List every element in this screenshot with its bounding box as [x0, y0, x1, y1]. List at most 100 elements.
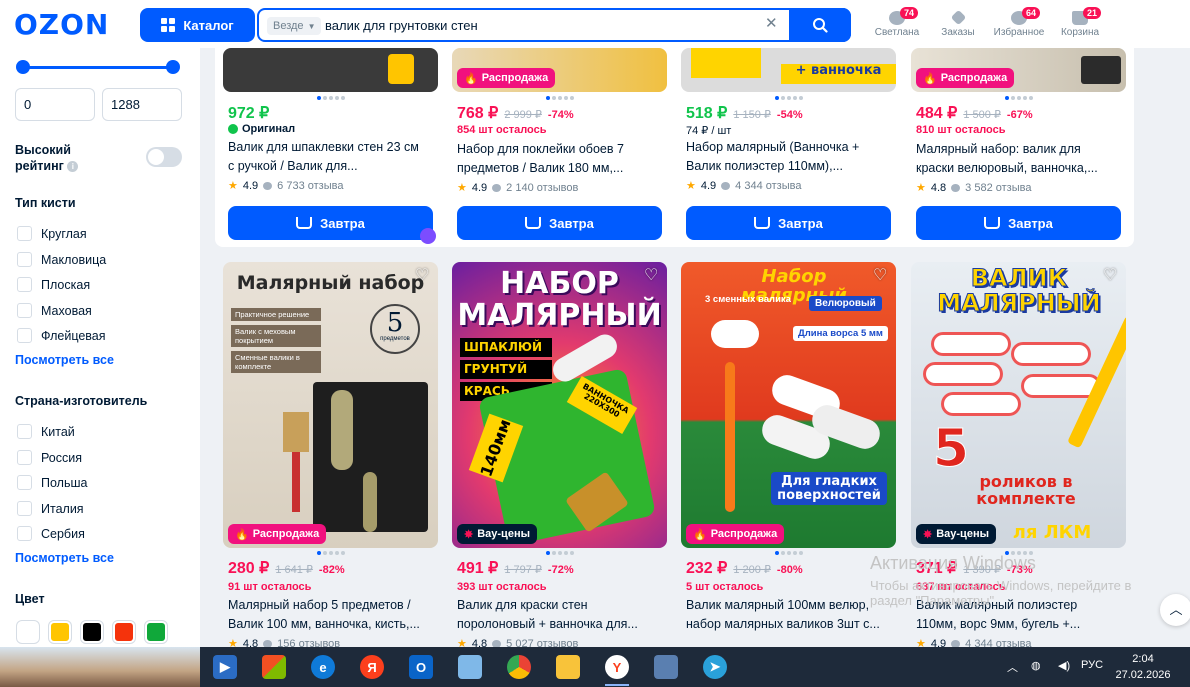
- product-image[interactable]: Набор малярный 3 сменных валика Велюровы…: [681, 262, 896, 548]
- search-scope-dropdown[interactable]: Везде ▼: [267, 17, 322, 35]
- color-swatch-red[interactable]: [113, 621, 135, 643]
- checkbox-row[interactable]: Круглая: [17, 226, 87, 241]
- rating[interactable]: ★ 4.9 2 140 отзывов: [457, 181, 579, 195]
- checkbox-row[interactable]: Маховая: [17, 303, 92, 318]
- rating[interactable]: ★ 4.9 6 733 отзыва: [228, 179, 343, 193]
- product-title[interactable]: Валик малярный 100мм велюр, набор малярны…: [686, 596, 894, 634]
- rating[interactable]: ★ 4.9 4 344 отзыва: [686, 179, 801, 193]
- checkbox-row[interactable]: Плоская: [17, 277, 90, 292]
- high-rating-label: Высокий рейтинг i: [15, 142, 79, 174]
- checkbox[interactable]: [17, 303, 32, 318]
- promo-lkm: ля ЛКМ: [1012, 522, 1092, 543]
- checkbox-label: Польша: [41, 475, 88, 490]
- checkbox-row[interactable]: Флейцевая: [17, 328, 106, 343]
- yandex-browser-icon[interactable]: Y: [605, 655, 629, 679]
- product-title[interactable]: Малярный набор 5 предметов / Валик 100 мм…: [228, 596, 436, 634]
- catalog-button[interactable]: Каталог: [140, 8, 255, 42]
- see-all-countries-link[interactable]: Посмотреть все: [15, 551, 114, 565]
- search-input[interactable]: [325, 15, 745, 35]
- title-line: поролоновый + ванночка для...: [457, 617, 638, 631]
- checkbox-row[interactable]: Китай: [17, 424, 75, 439]
- checkbox-row[interactable]: Макловица: [17, 252, 106, 267]
- favorite-heart-icon[interactable]: ♡: [415, 267, 433, 285]
- product-title[interactable]: Набор малярный (Ванночка + Валик полиэсте…: [686, 138, 894, 176]
- checkbox[interactable]: [17, 501, 32, 516]
- product-title[interactable]: Малярный набор: валик для краски велюровы…: [916, 140, 1124, 178]
- tray-chevron-icon[interactable]: ︿: [1007, 659, 1018, 675]
- sale-badge: 🔥 Распродажа: [228, 524, 327, 544]
- reviews-count: 2 140 отзывов: [506, 181, 579, 194]
- product-image[interactable]: НАБОР МАЛЯРНЫЙ ШПАКЛЮЙ ГРУНТУЙ КРАСЬ 140…: [452, 262, 667, 548]
- checkbox[interactable]: [17, 328, 32, 343]
- premium-icon: [420, 228, 436, 244]
- stock-left: 810 шт осталось: [916, 124, 1006, 136]
- product-image[interactable]: ВАЛИК МАЛЯРНЫЙ 5 роликов в комплекте ля …: [911, 262, 1126, 548]
- outlook-icon[interactable]: O: [409, 655, 433, 679]
- scroll-to-top-button[interactable]: ︿: [1160, 594, 1190, 626]
- clock[interactable]: 2:04 27.02.2026: [1113, 651, 1173, 683]
- product-image[interactable]: Малярный набор Практичное решение Валик …: [223, 262, 438, 548]
- product-title[interactable]: Валик для шпаклевки стен 23 см с ручкой /…: [228, 138, 436, 176]
- product-image[interactable]: + ванночка: [681, 48, 896, 92]
- favorite-heart-icon[interactable]: ♡: [1103, 267, 1121, 285]
- color-swatch-green[interactable]: [145, 621, 167, 643]
- delivery-button[interactable]: Завтра: [916, 206, 1121, 240]
- checkbox[interactable]: [17, 475, 32, 490]
- checkbox-row[interactable]: Польша: [17, 475, 87, 490]
- favorite-heart-icon[interactable]: ♡: [873, 267, 891, 285]
- notepad-icon[interactable]: [654, 655, 678, 679]
- cart-button[interactable]: 21 Корзина: [1050, 7, 1110, 38]
- delivery-label: Завтра: [1008, 215, 1053, 231]
- account-button[interactable]: 74 Светлана: [867, 7, 927, 38]
- volume-icon[interactable]: ◀): [1058, 659, 1070, 672]
- yandex-icon[interactable]: Я: [360, 655, 384, 679]
- edge-icon[interactable]: e: [311, 655, 335, 679]
- fire-icon: 🔥: [923, 72, 937, 85]
- delivery-button[interactable]: Завтра: [457, 206, 662, 240]
- price-max-handle[interactable]: [166, 60, 180, 74]
- delivery-button[interactable]: Завтра: [686, 206, 891, 240]
- delivery-button[interactable]: Завтра: [228, 206, 433, 240]
- photos-icon[interactable]: [458, 655, 482, 679]
- product-title[interactable]: Набор для поклейки обоев 7 предметов / Ва…: [457, 140, 665, 178]
- promo-number: 5: [932, 419, 970, 479]
- info-icon[interactable]: i: [67, 161, 79, 173]
- see-all-brush-types-link[interactable]: Посмотреть все: [15, 353, 114, 367]
- checkbox[interactable]: [17, 277, 32, 292]
- network-icon[interactable]: ◍: [1031, 659, 1041, 672]
- checkbox[interactable]: [17, 424, 32, 439]
- chrome-icon[interactable]: [507, 655, 531, 679]
- ozon-logo[interactable]: OZON: [14, 8, 109, 41]
- star-icon: ★: [457, 182, 467, 194]
- high-rating-toggle[interactable]: [146, 147, 182, 167]
- basket-icon: [984, 217, 1001, 229]
- explorer-icon[interactable]: [556, 655, 580, 679]
- color-swatch-white[interactable]: [17, 621, 39, 643]
- clear-icon[interactable]: ✕: [765, 14, 778, 32]
- favorite-heart-icon[interactable]: ♡: [644, 267, 662, 285]
- price-from-input[interactable]: 0: [15, 88, 95, 121]
- checkbox[interactable]: [17, 252, 32, 267]
- color-swatch-yellow[interactable]: [49, 621, 71, 643]
- product-title[interactable]: Валик для краски стен поролоновый + ванно…: [457, 596, 665, 634]
- checkbox-row[interactable]: Сербия: [17, 526, 85, 541]
- rating[interactable]: ★ 4.8 3 582 отзыва: [916, 181, 1031, 195]
- favorites-button[interactable]: 64 Избранное: [989, 7, 1049, 38]
- price-to-input[interactable]: 1288: [102, 88, 182, 121]
- checkbox-row[interactable]: Италия: [17, 501, 84, 516]
- search-bar: Везде ▼ ✕: [257, 8, 851, 42]
- price-slider[interactable]: [16, 60, 180, 74]
- product-image[interactable]: [223, 48, 438, 92]
- orders-button[interactable]: Заказы: [928, 8, 988, 38]
- media-player-icon[interactable]: ▶: [213, 655, 237, 679]
- checkbox[interactable]: [17, 226, 32, 241]
- checkbox[interactable]: [17, 526, 32, 541]
- price-min-handle[interactable]: [16, 60, 30, 74]
- color-swatch-black[interactable]: [81, 621, 103, 643]
- store-icon[interactable]: [262, 655, 286, 679]
- telegram-icon[interactable]: ➤: [703, 655, 727, 679]
- checkbox-row[interactable]: Россия: [17, 450, 82, 465]
- checkbox[interactable]: [17, 450, 32, 465]
- search-button[interactable]: [789, 8, 851, 42]
- language-indicator[interactable]: РУС: [1081, 659, 1103, 671]
